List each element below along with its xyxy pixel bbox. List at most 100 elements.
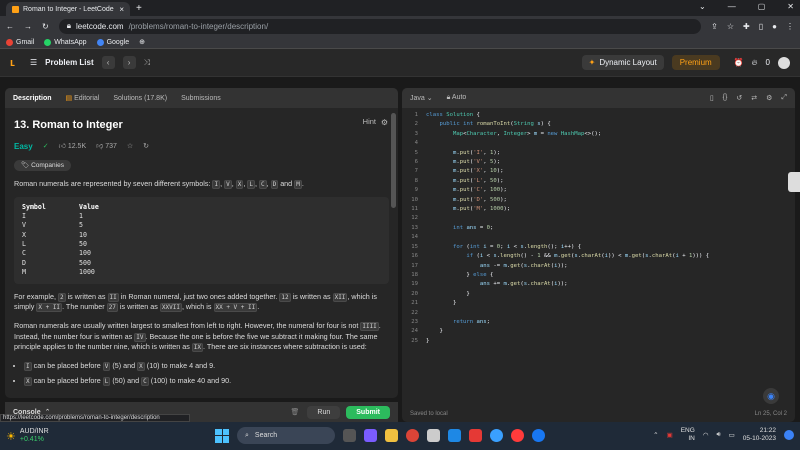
text: . There are six instances where subtract… bbox=[203, 342, 367, 352]
language-indicator[interactable]: ENG IN bbox=[681, 427, 695, 444]
code: 27 bbox=[106, 303, 118, 313]
problem-meta: Easy ✓ 👍︎ 12.5K 👎︎ 737 ☆ ↻ bbox=[14, 141, 389, 153]
menu-icon[interactable]: ⋮ bbox=[786, 22, 794, 31]
companies-tag[interactable]: 🏷︎ Companies bbox=[14, 159, 71, 171]
premium-button[interactable]: Premium bbox=[671, 55, 720, 70]
chrome-icon[interactable] bbox=[406, 429, 419, 442]
reload-icon[interactable]: ↻ bbox=[42, 22, 49, 31]
code: X bbox=[137, 361, 145, 371]
back-icon[interactable]: ← bbox=[6, 22, 14, 31]
facebook-icon[interactable] bbox=[532, 429, 545, 442]
bookmark-google[interactable]: Google bbox=[96, 38, 129, 46]
hint-button[interactable]: Hint bbox=[363, 117, 376, 128]
problem-list-link[interactable]: Problem List bbox=[45, 58, 93, 67]
like-button[interactable]: 👍︎ 12.5K bbox=[59, 142, 87, 152]
notepad-icon[interactable] bbox=[427, 429, 440, 442]
chat-bubble-icon[interactable]: ◉ bbox=[763, 388, 779, 404]
sidepanel-icon[interactable]: ▯ bbox=[759, 22, 763, 31]
code: C bbox=[141, 376, 149, 386]
search-icon: ⌕ bbox=[245, 431, 249, 439]
share-icon[interactable]: ⇪ bbox=[711, 22, 718, 31]
settings-icon[interactable]: ⚙ bbox=[381, 117, 388, 129]
dislike-button[interactable]: 👎︎ 737 bbox=[96, 142, 117, 152]
lang-line1: ENG bbox=[680, 427, 695, 434]
weather-icon[interactable]: ☀ bbox=[6, 430, 16, 443]
browser-tab[interactable]: Roman to Integer - LeetCode × bbox=[6, 2, 130, 16]
stock-widget[interactable]: AUD/INR +0.41% bbox=[20, 428, 49, 445]
reset-icon[interactable]: ↺ bbox=[736, 94, 742, 102]
new-tab-icon[interactable]: + bbox=[136, 3, 142, 16]
bookmark-whatsapp[interactable]: WhatsApp bbox=[44, 38, 87, 46]
tab-submissions[interactable]: Submissions bbox=[181, 95, 221, 102]
opera-icon[interactable] bbox=[511, 429, 524, 442]
code: 2 bbox=[57, 292, 66, 302]
forward-icon[interactable]: → bbox=[24, 22, 32, 31]
code: IIII bbox=[360, 321, 379, 331]
tab-description[interactable]: Description bbox=[13, 95, 52, 102]
teams-icon[interactable] bbox=[364, 429, 377, 442]
mcafee-icon[interactable] bbox=[469, 429, 482, 442]
prev-problem-icon[interactable]: ‹ bbox=[101, 56, 115, 69]
shuffle-icon[interactable]: ⤨ bbox=[144, 58, 150, 68]
minimize-icon[interactable]: — bbox=[728, 2, 736, 11]
dynamic-layout-button[interactable]: ✦ Dynamic Layout bbox=[581, 55, 664, 70]
windows-start-icon[interactable] bbox=[215, 428, 229, 443]
close-window-icon[interactable]: ✕ bbox=[787, 2, 794, 11]
favorite-star-icon[interactable]: ☆ bbox=[127, 142, 133, 152]
volume-icon[interactable]: 🔊︎ bbox=[716, 431, 720, 439]
leetcode-logo-icon[interactable]: ʟ bbox=[10, 57, 22, 69]
notification-icon[interactable] bbox=[784, 430, 794, 441]
whatsapp-icon bbox=[44, 38, 52, 46]
user-avatar[interactable] bbox=[778, 56, 790, 69]
taskbar-search[interactable]: ⌕ Search bbox=[237, 427, 335, 444]
trash-icon[interactable]: 🗑︎ bbox=[291, 408, 300, 416]
fullscreen-icon[interactable]: ⤢ bbox=[781, 94, 787, 102]
subtraction-list: I can be placed before V (5) and X (10) … bbox=[14, 361, 389, 386]
close-tab-icon[interactable]: × bbox=[119, 5, 124, 14]
gear-icon[interactable]: ⚙ bbox=[766, 94, 772, 102]
share-link-icon[interactable]: ↻ bbox=[143, 142, 149, 152]
next-problem-icon[interactable]: › bbox=[122, 56, 136, 69]
language-select[interactable]: Java ⌄ bbox=[410, 94, 433, 102]
extensions-icon[interactable]: ✚ bbox=[743, 22, 750, 31]
task-view-icon[interactable] bbox=[343, 429, 356, 442]
chevron-up-icon[interactable]: ⌃ bbox=[653, 431, 658, 439]
code-line: 10 m.put('D', 500); bbox=[411, 196, 507, 203]
url-bar[interactable]: 🔒︎ leetcode.com/problems/roman-to-integer… bbox=[58, 18, 702, 34]
bookmark-gmail[interactable]: Gmail bbox=[6, 38, 34, 46]
profile-avatar[interactable]: ● bbox=[772, 22, 777, 31]
description-tabs: Description ▤ Editorial Solutions (17.8K… bbox=[5, 88, 398, 108]
table-cell: 1 bbox=[79, 212, 83, 220]
edge-icon[interactable] bbox=[490, 429, 503, 442]
wifi-icon[interactable]: ◠ bbox=[703, 431, 709, 439]
layout-icon[interactable]: ⇄ bbox=[751, 94, 757, 102]
tab-editorial[interactable]: ▤ Editorial bbox=[66, 94, 100, 102]
intro-and: and bbox=[280, 178, 293, 188]
code-editor[interactable]: 1 class Solution { 2 public int romanToIn… bbox=[402, 108, 795, 402]
star-icon[interactable]: ☆ bbox=[727, 22, 734, 31]
table-row: V5 bbox=[22, 221, 381, 230]
tab-solutions[interactable]: Solutions (17.8K) bbox=[113, 95, 167, 102]
maximize-icon[interactable]: ▢ bbox=[758, 2, 766, 11]
bookmarks-bar: Gmail WhatsApp Google ⊕ bbox=[0, 36, 800, 49]
file-explorer-icon[interactable] bbox=[385, 429, 398, 442]
code: IX bbox=[191, 343, 204, 353]
table-row: L 50 bbox=[22, 240, 381, 249]
submit-button[interactable]: Submit bbox=[346, 405, 390, 419]
description-scrollbar[interactable] bbox=[391, 113, 396, 208]
braces-icon[interactable]: {} bbox=[723, 94, 728, 102]
mail-tray-icon[interactable]: ▣ bbox=[667, 431, 673, 439]
bookmark-icon[interactable]: ▯ bbox=[710, 94, 714, 102]
globe-icon[interactable]: ⊕ bbox=[139, 38, 145, 46]
run-button[interactable]: Run bbox=[307, 405, 341, 419]
autocomplete-mode[interactable]: 🔒︎ Auto bbox=[447, 94, 467, 102]
clock[interactable]: 21:22 05-10-2023 bbox=[743, 427, 776, 444]
browser-sidepanel-handle[interactable] bbox=[788, 172, 800, 192]
table-row: D 500 bbox=[22, 259, 381, 268]
code: IV bbox=[134, 332, 146, 342]
app-l-icon[interactable] bbox=[448, 429, 461, 442]
problem-content: 13. Roman to Integer Hint ⚙ Easy ✓ 👍︎ 12… bbox=[5, 108, 398, 398]
chevron-down-icon[interactable]: ⌄ bbox=[699, 2, 706, 11]
alarm-icon[interactable]: ⏰ bbox=[734, 58, 744, 67]
battery-icon[interactable]: ▭ bbox=[729, 431, 735, 439]
